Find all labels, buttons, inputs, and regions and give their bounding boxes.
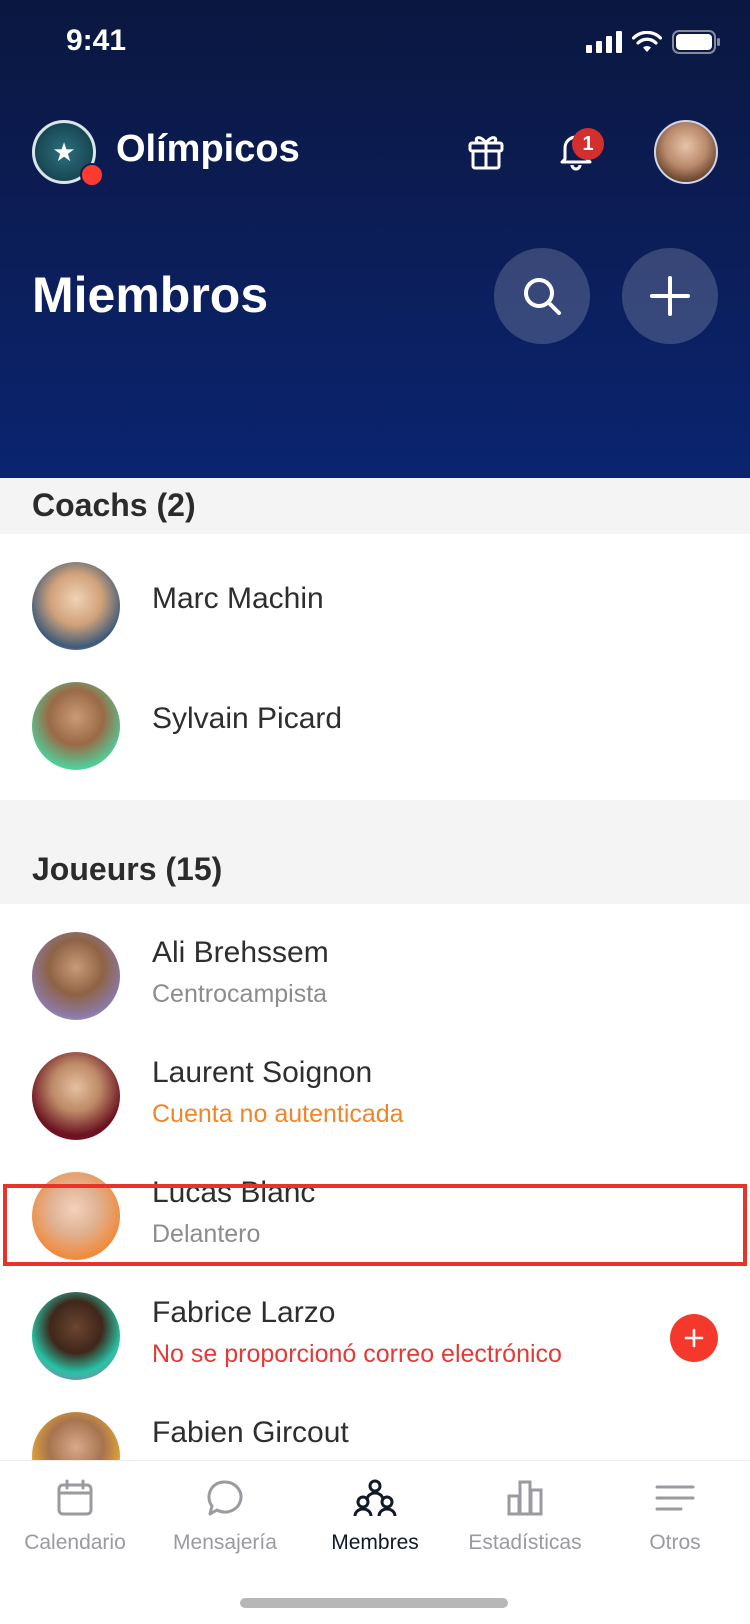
- gift-icon[interactable]: [462, 126, 510, 174]
- avatar: [32, 1292, 120, 1380]
- status-icons: [586, 30, 720, 54]
- tab-membres[interactable]: Membres: [300, 1475, 450, 1555]
- list-item[interactable]: Sylvain Picard: [0, 666, 750, 786]
- search-icon: [524, 278, 561, 315]
- status-time: 9:41: [66, 24, 127, 57]
- tab-label: Calendario: [24, 1531, 126, 1554]
- tab-label: Estadísticas: [468, 1531, 582, 1554]
- user-avatar[interactable]: [654, 120, 718, 184]
- member-role: Delantero: [152, 1220, 261, 1248]
- section-heading-joueurs: Joueurs (15): [0, 800, 750, 904]
- section-heading-coachs: Coachs (2): [0, 478, 750, 534]
- member-name: Marc Machin: [152, 582, 324, 615]
- member-name: Fabrice Larzo: [152, 1296, 336, 1329]
- tab-calendario[interactable]: Calendario: [0, 1475, 150, 1555]
- add-member-button[interactable]: [622, 248, 718, 344]
- list-item[interactable]: Laurent Soignon Cuenta no autenticada: [0, 1036, 750, 1156]
- wifi-icon: [632, 31, 662, 52]
- list-item[interactable]: Marc Machin: [0, 546, 750, 666]
- page-title: Miembros: [32, 267, 269, 323]
- members-icon: [352, 1475, 398, 1521]
- avatar: [32, 682, 120, 770]
- list-item[interactable]: Lucas Blanc Delantero: [0, 1156, 750, 1276]
- member-name: Lucas Blanc: [152, 1176, 316, 1209]
- avatar: [32, 932, 120, 1020]
- member-name: Sylvain Picard: [152, 702, 343, 735]
- unauthenticated-status: Cuenta no autenticada: [152, 1100, 404, 1128]
- tab-label: Otros: [649, 1531, 701, 1554]
- signal-icon: [586, 31, 622, 53]
- tab-estadisticas[interactable]: Estadísticas: [450, 1475, 600, 1555]
- members-screen: 9:41 ★ Olímpicos 1 Miembros Coachs (2) M…: [0, 0, 750, 1624]
- avatar: [32, 1172, 120, 1260]
- team-name[interactable]: Olímpicos: [116, 128, 300, 171]
- list-item[interactable]: Ali Brehssem Centrocampista: [0, 916, 750, 1036]
- member-name: Laurent Soignon: [152, 1056, 373, 1089]
- member-name: Fabien Gircout: [152, 1416, 349, 1449]
- avatar: [32, 1052, 120, 1140]
- plus-icon: [684, 1328, 704, 1348]
- search-button[interactable]: [494, 248, 590, 344]
- home-indicator: [240, 1598, 508, 1608]
- calendar-icon: [52, 1475, 98, 1521]
- menu-lines-icon: [652, 1475, 698, 1521]
- member-role: Centrocampista: [152, 980, 328, 1008]
- tab-otros[interactable]: Otros: [600, 1475, 750, 1555]
- add-email-button[interactable]: [670, 1314, 718, 1362]
- notification-badge: 1: [572, 128, 604, 160]
- tab-mensajeria[interactable]: Mensajería: [150, 1475, 300, 1555]
- missing-email-status: No se proporcionó correo electrónico: [152, 1340, 562, 1368]
- team-status-dot: [80, 163, 104, 187]
- plus-icon: [650, 276, 690, 316]
- avatar: [32, 562, 120, 650]
- header: 9:41 ★ Olímpicos 1 Miembros: [0, 0, 750, 478]
- battery-icon: [672, 30, 720, 54]
- chat-bubble-icon: [202, 1475, 248, 1521]
- tab-label: Membres: [331, 1531, 419, 1554]
- member-name: Ali Brehssem: [152, 936, 329, 969]
- tab-label: Mensajería: [173, 1531, 277, 1554]
- member-list: Coachs (2) Marc Machin Sylvain Picard Jo…: [0, 478, 750, 1516]
- list-item[interactable]: Fabrice Larzo No se proporcionó correo e…: [0, 1276, 750, 1396]
- bar-chart-icon: [502, 1475, 548, 1521]
